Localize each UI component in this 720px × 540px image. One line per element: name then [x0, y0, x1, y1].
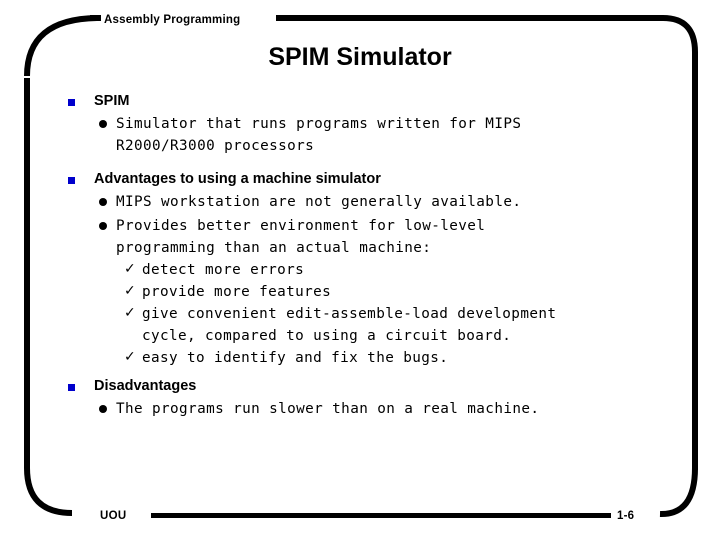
bullet-level3-line: provide more features — [142, 284, 332, 300]
square-bullet-icon — [68, 99, 75, 106]
page-title: SPIM Simulator — [268, 43, 452, 71]
check-bullet-icon: ✓ — [124, 261, 137, 277]
bullet-level1-label: Disadvantages — [94, 378, 197, 394]
bullet-level1-disadvantages: Disadvantages — [66, 377, 666, 396]
bullet-level1-label: Advantages to using a machine simulator — [94, 171, 381, 187]
bullet-level2-line: R2000/R3000 processors — [116, 138, 315, 154]
slide-header-label: Assembly Programming — [104, 14, 241, 26]
bullet-level3-line: easy to identify and fix the bugs. — [142, 350, 449, 366]
footer-page-number: 1-6 — [617, 510, 635, 522]
bullet-level3-line: detect more errors — [142, 262, 305, 278]
square-bullet-icon — [68, 384, 75, 391]
check-bullet-icon: ✓ — [124, 349, 137, 365]
bullet-level2-item: The programs run slower than on a real m… — [66, 398, 666, 420]
bullet-level3-line: cycle, compared to using a circuit board… — [142, 328, 512, 344]
bullet-level2-line: The programs run slower than on a real m… — [116, 401, 540, 417]
bullet-level2-item: MIPS workstation are not generally avail… — [66, 191, 666, 213]
presentation-slide: Assembly Programming SPIM Simulator SPIM… — [0, 0, 720, 540]
bullet-level1-label: SPIM — [94, 93, 130, 109]
bullet-level2-line: Simulator that runs programs written for… — [116, 116, 522, 132]
check-bullet-icon: ✓ — [124, 283, 137, 299]
footer-organization-label: UOU — [100, 510, 127, 522]
bullet-level1-advantages: Advantages to using a machine simulator — [66, 170, 666, 189]
dot-bullet-icon — [99, 222, 107, 230]
bullet-level3-item: ✓ easy to identify and fix the bugs. — [66, 347, 666, 369]
footer-divider-rule — [151, 513, 611, 518]
bullet-level3-item: ✓ give convenient edit-assemble-load dev… — [66, 303, 666, 347]
slide-body: SPIM Simulator that runs programs writte… — [66, 92, 666, 420]
bullet-level2-line: MIPS workstation are not generally avail… — [116, 194, 522, 210]
bullet-level2-item: Simulator that runs programs written for… — [66, 113, 666, 157]
bullet-level3-item: ✓ detect more errors — [66, 259, 666, 281]
bullet-level2-line: programming than an actual machine: — [116, 240, 432, 256]
dot-bullet-icon — [99, 405, 107, 413]
bullet-level2-line: Provides better environment for low-leve… — [116, 218, 486, 234]
dot-bullet-icon — [99, 120, 107, 128]
square-bullet-icon — [68, 177, 75, 184]
dot-bullet-icon — [99, 198, 107, 206]
bullet-level3-item: ✓ provide more features — [66, 281, 666, 303]
bullet-level2-item: Provides better environment for low-leve… — [66, 215, 666, 259]
slide-footer: UOU 1-6 — [0, 505, 720, 531]
bullet-level1-spim: SPIM — [66, 92, 666, 111]
bullet-level3-line: give convenient edit-assemble-load devel… — [142, 306, 557, 322]
check-bullet-icon: ✓ — [124, 305, 137, 321]
